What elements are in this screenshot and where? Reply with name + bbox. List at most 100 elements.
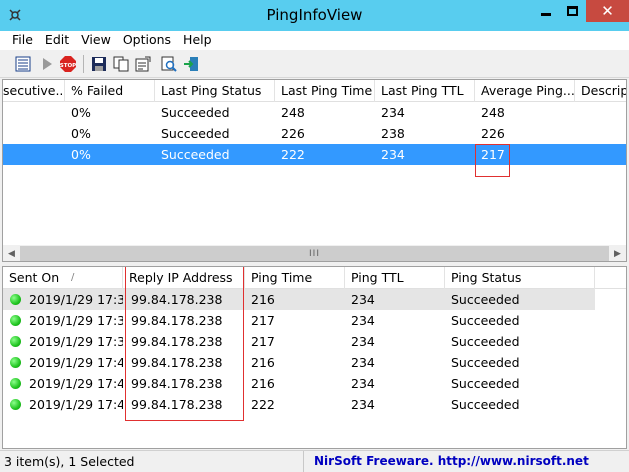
find-button[interactable] [160, 55, 178, 73]
col-last-ping-time[interactable]: Last Ping Time [275, 80, 375, 102]
toolbar: STOP [0, 50, 629, 78]
cell-ping-ttl: 234 [351, 334, 375, 349]
success-dot-icon [10, 357, 21, 368]
sort-arrow-icon: / [71, 272, 75, 283]
cell-ping-status: Succeeded [451, 313, 520, 328]
history-row[interactable]: 2019/1/29 17:3... 99.84.178.238 217 234 … [3, 331, 626, 352]
history-row[interactable]: 2019/1/29 17:4... 99.84.178.238 216 234 … [3, 373, 626, 394]
col-last-ping-ttl[interactable]: Last Ping TTL [375, 80, 475, 102]
save-button[interactable] [90, 55, 108, 73]
cell-ttl: 234 [381, 147, 405, 162]
col-failed[interactable]: % Failed [65, 80, 155, 102]
cell-ping-time: 217 [251, 313, 275, 328]
col-average-ping[interactable]: Average Ping... [475, 80, 575, 102]
properties-button[interactable] [14, 55, 32, 73]
cell-ping-ttl: 234 [351, 292, 375, 307]
toolbar-separator [83, 55, 84, 73]
annotation-box-average [475, 144, 510, 177]
cell-status: Succeeded [161, 147, 230, 162]
maximize-icon [567, 6, 578, 16]
cell-sent-on: 2019/1/29 17:4... [29, 376, 123, 391]
cell-average: 248 [481, 105, 505, 120]
cell-ping-status: Succeeded [451, 397, 520, 412]
success-dot-icon [10, 399, 21, 410]
summary-header: secutive... % Failed Last Ping Status La… [3, 80, 626, 102]
exit-button[interactable] [182, 55, 200, 73]
svg-text:STOP: STOP [60, 63, 76, 69]
cell-ping-status: Succeeded [451, 376, 520, 391]
close-button[interactable]: ✕ [586, 0, 629, 22]
cell-ping-status: Succeeded [451, 355, 520, 370]
cell-sent-on: 2019/1/29 17:4... [29, 355, 123, 370]
cell-ping-status: Succeeded [451, 292, 520, 307]
minimize-button[interactable] [532, 0, 559, 22]
col-ping-ttl[interactable]: Ping TTL [345, 267, 445, 289]
cell-ping-time: 217 [251, 334, 275, 349]
history-row[interactable]: 2019/1/29 17:3... 99.84.178.238 217 234 … [3, 310, 626, 331]
copy-button[interactable] [112, 55, 130, 73]
cell-failed: 0% [71, 147, 91, 162]
cell-status: Succeeded [161, 105, 230, 120]
summary-row-selected[interactable]: 0% Succeeded 222 234 217 [3, 144, 626, 165]
cell-ping-ttl: 234 [351, 313, 375, 328]
cell-ping-ttl: 234 [351, 376, 375, 391]
horizontal-scrollbar[interactable]: ◀ III ▶ [3, 245, 626, 261]
success-dot-icon [10, 378, 21, 389]
summary-row[interactable]: 0% Succeeded 226 238 226 [3, 123, 626, 144]
html-report-button[interactable] [134, 55, 152, 73]
history-header: Sent On / Reply IP Address Ping Time Pin… [3, 267, 626, 289]
menu-bar: File Edit View Options Help [0, 31, 629, 50]
col-ping-time[interactable]: Ping Time [245, 267, 345, 289]
report-icon [135, 56, 151, 72]
nirsoft-link[interactable]: NirSoft Freeware. http://www.nirsoft.net [303, 451, 629, 472]
success-dot-icon [10, 336, 21, 347]
copy-icon [113, 56, 129, 72]
cell-ping-time: 216 [251, 355, 275, 370]
cell-average: 226 [481, 126, 505, 141]
status-item-count: 3 item(s), 1 Selected [4, 454, 135, 469]
start-ping-button[interactable] [38, 55, 56, 73]
history-list[interactable]: Sent On / Reply IP Address Ping Time Pin… [2, 266, 627, 449]
cell-sent-on: 2019/1/29 17:3... [29, 334, 123, 349]
history-row[interactable]: 2019/1/29 17:3... 99.84.178.238 216 234 … [3, 289, 595, 310]
cell-ping-time: 216 [251, 376, 275, 391]
history-row[interactable]: 2019/1/29 17:4... 99.84.178.238 216 234 … [3, 352, 626, 373]
menu-edit[interactable]: Edit [39, 31, 75, 50]
summary-row[interactable]: 0% Succeeded 248 234 248 [3, 102, 626, 123]
col-description[interactable]: Descript [575, 80, 626, 102]
floppy-icon [92, 57, 106, 71]
cell-time: 248 [281, 105, 305, 120]
scroll-grip: III [309, 248, 320, 259]
close-icon: ✕ [601, 2, 614, 20]
cell-failed: 0% [71, 105, 91, 120]
list-icon [15, 56, 31, 72]
col-ping-status[interactable]: Ping Status [445, 267, 595, 289]
col-consecutive[interactable]: secutive... [3, 80, 65, 102]
exit-icon [184, 57, 198, 71]
menu-options[interactable]: Options [117, 31, 177, 50]
menu-help[interactable]: Help [177, 31, 218, 50]
menu-view[interactable]: View [75, 31, 117, 50]
stop-ping-button[interactable]: STOP [59, 55, 77, 73]
col-sent-on[interactable]: Sent On / [3, 267, 123, 289]
cell-ping-ttl: 234 [351, 397, 375, 412]
find-icon [161, 56, 177, 72]
cell-ping-time: 216 [251, 292, 275, 307]
cell-sent-on: 2019/1/29 17:3... [29, 292, 123, 307]
scroll-thumb[interactable]: III [20, 246, 609, 261]
minimize-icon [540, 12, 551, 16]
cell-sent-on: 2019/1/29 17:3... [29, 313, 123, 328]
col-last-ping-status[interactable]: Last Ping Status [155, 80, 275, 102]
scroll-right-icon[interactable]: ▶ [609, 245, 626, 261]
status-bar: 3 item(s), 1 Selected NirSoft Freeware. … [0, 450, 629, 472]
cell-sent-on: 2019/1/29 17:4... [29, 397, 123, 412]
scroll-left-icon[interactable]: ◀ [3, 245, 20, 261]
menu-file[interactable]: File [6, 31, 39, 50]
cell-ttl: 238 [381, 126, 405, 141]
success-dot-icon [10, 294, 21, 305]
cell-time: 222 [281, 147, 305, 162]
maximize-button[interactable] [559, 0, 586, 22]
summary-list[interactable]: secutive... % Failed Last Ping Status La… [2, 79, 627, 262]
cell-failed: 0% [71, 126, 91, 141]
history-row[interactable]: 2019/1/29 17:4... 99.84.178.238 222 234 … [3, 394, 626, 415]
